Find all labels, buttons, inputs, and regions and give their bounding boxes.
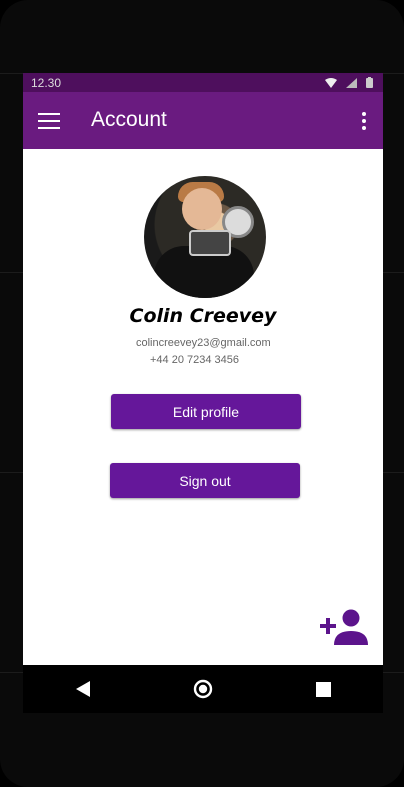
menu-icon[interactable] bbox=[38, 113, 60, 129]
home-icon[interactable] bbox=[183, 669, 223, 709]
status-time: 12.30 bbox=[31, 75, 62, 90]
account-content: Colin Creevey colincreevey23@gmail.com +… bbox=[23, 149, 383, 665]
back-icon[interactable] bbox=[63, 669, 103, 709]
device-frame: 12.30 Account Colin Creevey colincreevey… bbox=[0, 0, 404, 787]
status-bar: 12.30 bbox=[23, 73, 383, 92]
sign-out-button[interactable]: Sign out bbox=[110, 463, 300, 498]
app-bar: Account bbox=[23, 92, 383, 149]
signal-icon bbox=[346, 77, 357, 88]
person-add-icon[interactable] bbox=[320, 609, 370, 645]
recents-icon[interactable] bbox=[303, 669, 343, 709]
page-title: Account bbox=[91, 108, 167, 131]
profile-email: colincreevey23@gmail.com bbox=[136, 337, 271, 349]
profile-phone: +44 20 7234 3456 bbox=[150, 354, 240, 366]
status-icons bbox=[325, 77, 373, 88]
wifi-icon bbox=[325, 77, 337, 88]
app-screen: 12.30 Account Colin Creevey colincreevey… bbox=[23, 73, 383, 713]
edit-profile-button[interactable]: Edit profile bbox=[111, 394, 301, 429]
system-nav-bar bbox=[23, 665, 383, 713]
avatar bbox=[144, 176, 266, 298]
more-vert-icon[interactable] bbox=[361, 112, 367, 130]
battery-icon bbox=[366, 77, 373, 88]
profile-name: Colin Creevey bbox=[129, 305, 277, 327]
